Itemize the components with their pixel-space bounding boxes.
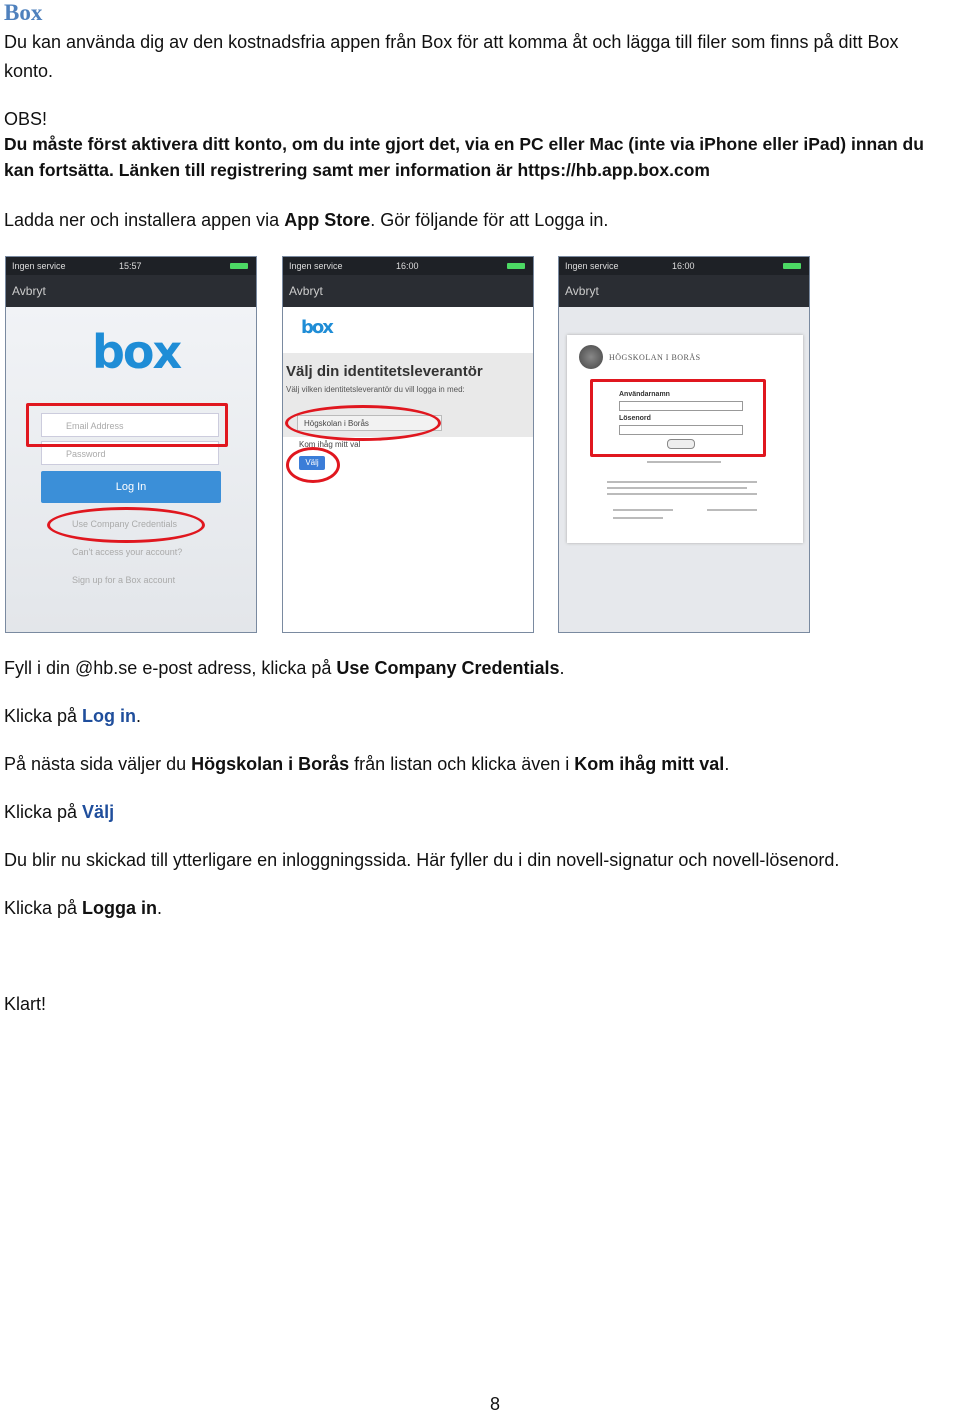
step-3: På nästa sida väljer du Högskolan i Borå… [4, 751, 729, 777]
step-1-pre: Fyll i din @hb.se e-post adress, klicka … [4, 658, 337, 678]
info-line [707, 509, 757, 511]
step-3-pre: På nästa sida väljer du [4, 754, 192, 774]
box-logo: box [301, 317, 334, 338]
done-text: Klart! [4, 994, 47, 1014]
nav-cancel: Avbryt [6, 275, 256, 307]
step-3-bold-2: Kom ihåg mitt val [574, 754, 725, 774]
battery-icon [783, 263, 801, 269]
login-button: Log In [41, 471, 221, 503]
step-2-post: . [136, 706, 142, 726]
highlight-company-oval [47, 507, 205, 543]
nav-cancel: Avbryt [559, 275, 809, 307]
install-text-pre: Ladda ner och installera appen via [4, 210, 285, 230]
highlight-credentials-rect [590, 379, 766, 457]
phone-screenshot-hb-login: Ingen service 16:00 Avbryt HÖGSKOLAN I B… [558, 256, 810, 633]
highlight-valj-oval [286, 447, 340, 483]
cant-access-link: Can't access your account? [72, 547, 183, 557]
status-time: 15:57 [119, 261, 142, 271]
step-2: Klicka på Log in. [4, 703, 141, 729]
login-screen: box Email Address Password Log In Use Co… [6, 307, 256, 632]
info-line [613, 509, 673, 511]
carrier-text: Ingen service [289, 261, 343, 271]
battery-icon [507, 263, 525, 269]
app-store-label: App Store [284, 210, 371, 230]
carrier-text: Ingen service [12, 261, 66, 271]
step-6-bold: Logga in [82, 898, 158, 918]
university-seal-icon [579, 345, 603, 369]
info-line [607, 487, 747, 489]
obs-label: OBS! [4, 109, 48, 129]
step-4: Klicka på Välj [4, 799, 114, 825]
battery-icon [230, 263, 248, 269]
step-1-post: . [559, 658, 565, 678]
nav-cancel: Avbryt [283, 275, 533, 307]
section-heading: Box [4, 0, 43, 25]
info-line [607, 481, 757, 483]
status-bar: Ingen service 16:00 [559, 257, 809, 275]
status-bar: Ingen service 15:57 [6, 257, 256, 275]
status-time: 16:00 [672, 261, 695, 271]
identity-title: Välj din identitetsleverantör [286, 363, 483, 380]
info-line [613, 517, 663, 519]
step-3-bold-1: Högskolan i Borås [191, 754, 350, 774]
install-instruction: Ladda ner och installera appen via App S… [4, 207, 608, 233]
step-4-pre: Klicka på [4, 802, 83, 822]
box-logo: box [92, 325, 182, 379]
step-1: Fyll i din @hb.se e-post adress, klicka … [4, 655, 565, 681]
step-6: Klicka på Logga in. [4, 895, 162, 921]
step-3-post: . [724, 754, 730, 774]
university-name: HÖGSKOLAN I BORÅS [609, 353, 701, 362]
step-2-pre: Klicka på [4, 706, 83, 726]
highlight-select-oval [285, 405, 441, 441]
signup-link: Sign up for a Box account [72, 575, 176, 585]
obs-line-1: Du måste först aktivera ditt konto, om d… [4, 134, 924, 154]
hb-login-screen: HÖGSKOLAN I BORÅS Användarnamn Lösenord [559, 307, 809, 632]
step-6-post: . [157, 898, 163, 918]
highlight-email-rect [26, 403, 228, 447]
identity-subtitle: Välj vilken identitetsleverantör du vill… [286, 385, 465, 394]
info-line [647, 461, 721, 463]
phone-screenshot-identity-provider: Ingen service 16:00 Avbryt box Välj din … [282, 256, 534, 633]
document-page: Box Du kan använda dig av den kostnadsfr… [0, 0, 960, 1415]
step-2-bold: Log in [82, 706, 137, 726]
step-5: Du blir nu skickad till ytterligare en i… [4, 850, 840, 870]
carrier-text: Ingen service [565, 261, 619, 271]
obs-line-2: kan fortsätta. Länken till registrering … [4, 160, 710, 180]
step-1-bold: Use Company Credentials [336, 658, 560, 678]
step-4-bold: Välj [82, 802, 115, 822]
info-line [607, 493, 757, 495]
step-6-pre: Klicka på [4, 898, 83, 918]
phone-screenshot-box-login: Ingen service 15:57 Avbryt box Email Add… [5, 256, 257, 633]
page-number: 8 [489, 1394, 500, 1414]
step-3-mid: från listan och klicka även i [349, 754, 575, 774]
intro-line-2: konto. [4, 61, 54, 81]
install-text-post: . Gör följande för att Logga in. [370, 210, 609, 230]
status-bar: Ingen service 16:00 [283, 257, 533, 275]
status-time: 16:00 [396, 261, 419, 271]
intro-line-1: Du kan använda dig av den kostnadsfria a… [4, 32, 899, 52]
